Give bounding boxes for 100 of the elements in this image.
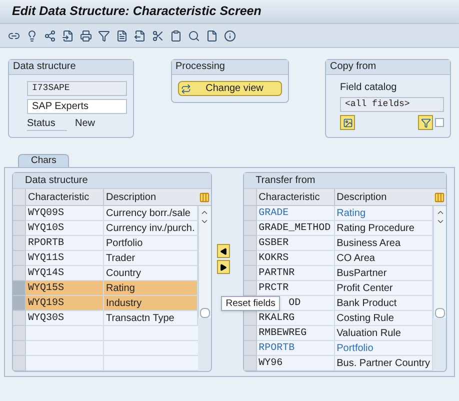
table-cell: GSBER (256, 236, 335, 251)
row-selector[interactable] (13, 356, 26, 371)
scissors-icon[interactable] (152, 30, 164, 42)
table-cell: Industry (104, 296, 198, 311)
filter-button[interactable] (418, 115, 433, 130)
table-cell: Transactn Type (104, 311, 198, 326)
input-field[interactable]: I73SAPE (27, 81, 127, 96)
row-selector[interactable] (244, 236, 257, 251)
row-selector[interactable] (13, 296, 26, 311)
column-layout-icon[interactable] (434, 192, 445, 202)
document-icon[interactable] (116, 30, 128, 42)
table-cell: WYQ14S (26, 266, 104, 281)
row-selector[interactable] (13, 341, 26, 356)
table-cell: Business Area (334, 236, 433, 251)
header-selector[interactable] (244, 189, 257, 206)
table-cell: WY96 (256, 356, 335, 371)
table-cell: Portfolio (334, 341, 433, 356)
info-icon[interactable] (224, 30, 236, 42)
row-selector[interactable] (13, 326, 26, 341)
table-cell: RPORTB (256, 341, 335, 356)
search-icon[interactable] (188, 30, 200, 42)
row-selector[interactable] (244, 221, 257, 236)
table-cell: KOKRS (256, 251, 335, 266)
table-cell: WYQ11S (26, 251, 104, 266)
blank-page-icon[interactable] (206, 30, 218, 42)
table-title: Transfer from (244, 173, 446, 188)
table-cell: BusPartner (334, 266, 433, 281)
export-icon[interactable] (134, 30, 146, 42)
print-icon[interactable] (80, 30, 92, 42)
row-selector[interactable] (13, 266, 26, 281)
change-view-button[interactable]: Change view (178, 81, 282, 96)
share-icon[interactable] (44, 30, 56, 42)
filter-icon (420, 118, 430, 128)
row-selector[interactable] (13, 221, 26, 236)
column-layout-icon[interactable] (198, 192, 210, 202)
row-selector[interactable] (13, 281, 26, 296)
filter-icon[interactable] (98, 30, 110, 42)
table-cell: Bank Product (334, 296, 433, 311)
table-cell: Trader (104, 251, 198, 266)
scroll-thumb[interactable] (200, 308, 210, 318)
table-cell: CO Area (334, 251, 433, 266)
row-selector[interactable] (13, 206, 26, 221)
right-triangle-icon (220, 264, 227, 270)
table-cell: WYQ09S (26, 206, 104, 221)
scroll-down-icon[interactable] (200, 217, 210, 226)
table-cell: Country (104, 266, 198, 281)
table-cell: PARTNR (256, 266, 335, 281)
table-cell: Bus. Partner Country (334, 356, 433, 371)
table-cell: WYQ30S (26, 311, 104, 326)
table-cell: GRADE_METHOD (256, 221, 335, 236)
import-icon[interactable] (62, 30, 74, 42)
table-cell: WYQ19S (26, 296, 104, 311)
table-cell: Costing Rule (334, 311, 433, 326)
row-selector[interactable] (244, 311, 257, 326)
table-cell: Profit Center (334, 281, 433, 296)
row-selector[interactable] (244, 356, 257, 371)
tooltip: Reset fields (220, 296, 280, 311)
row-selector[interactable] (244, 251, 257, 266)
scroll-bar[interactable] (433, 206, 446, 318)
group-title: Copy from (326, 60, 450, 75)
table-cell: RMBEWREG (256, 326, 335, 341)
table-cell: WYQ10S (26, 221, 104, 236)
table-cell: Rating (104, 281, 198, 296)
field-label: Field catalog (340, 81, 398, 94)
row-selector[interactable] (244, 266, 257, 281)
input-field[interactable]: SAP Experts (27, 99, 127, 114)
checkbox[interactable] (435, 118, 444, 127)
swap-icon (180, 84, 190, 94)
table-cell: Valuation Rule (334, 326, 433, 341)
group-title: Data structure (9, 60, 133, 75)
header-selector[interactable] (13, 189, 26, 206)
scroll-down-icon[interactable] (436, 217, 444, 226)
table-cell: RKALRG (256, 311, 335, 326)
lightbulb-icon[interactable] (26, 30, 38, 42)
tab[interactable]: Chars (18, 154, 70, 167)
scroll-thumb[interactable] (435, 308, 445, 318)
table-cell: GRADE (256, 206, 335, 221)
row-selector[interactable] (244, 326, 257, 341)
window-title: Edit Data Structure: Characteristic Screen (12, 3, 262, 20)
row-selector[interactable] (244, 206, 257, 221)
table-cell: Rating (334, 206, 433, 221)
scroll-up-icon[interactable] (200, 208, 210, 217)
row-selector[interactable] (13, 311, 26, 326)
row-selector[interactable] (244, 341, 257, 356)
table-cell: Portfolio (104, 236, 198, 251)
picture-button[interactable] (340, 115, 355, 130)
clipboard-icon[interactable] (170, 30, 182, 42)
table-cell: Rating Procedure (334, 221, 433, 236)
move-left-button[interactable] (216, 244, 230, 258)
scroll-up-icon[interactable] (436, 208, 444, 217)
row-selector[interactable] (244, 281, 257, 296)
input-field[interactable]: <all fields> (340, 97, 444, 112)
row-selector[interactable] (13, 236, 26, 251)
table-cell: WYQ15S (26, 281, 104, 296)
group-title: Processing (172, 60, 288, 75)
row-selector[interactable] (13, 251, 26, 266)
table-cell: Currency inv./purch. (104, 221, 198, 236)
scroll-bar[interactable] (198, 206, 211, 318)
table-title: Data structure (13, 173, 211, 188)
move-right-button[interactable] (216, 260, 230, 274)
